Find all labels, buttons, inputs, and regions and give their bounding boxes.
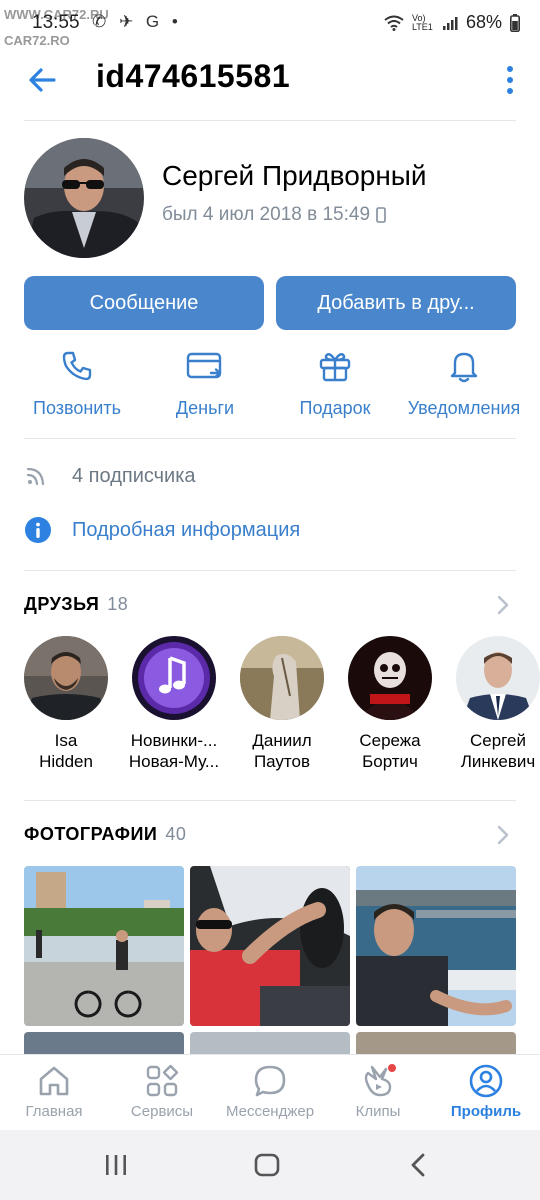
nav-clips[interactable]: Клипы (324, 1063, 432, 1120)
profile-icon (469, 1064, 503, 1098)
money-icon (186, 352, 222, 379)
nav-profile[interactable]: Профиль (432, 1063, 540, 1120)
header-divider (24, 120, 516, 121)
friend-avatar (456, 636, 540, 720)
nav-profile-label: Профиль (450, 1103, 522, 1120)
details-link: Подробная информация (72, 518, 301, 541)
page-title: id474615581 (96, 58, 291, 94)
nav-clips-label: Клипы (355, 1103, 401, 1120)
friend-avatar (348, 636, 432, 720)
mobile-device-icon (376, 207, 386, 223)
message-button[interactable]: Сообщение (24, 276, 264, 330)
status-time: 13:55 (32, 12, 80, 33)
friend-avatar (240, 636, 324, 720)
photo-thumbnail[interactable] (190, 866, 350, 1026)
nav-home[interactable]: Главная (0, 1063, 108, 1120)
nav-services-label: Сервисы (130, 1103, 194, 1120)
profile-avatar[interactable] (24, 138, 144, 258)
friends-count: 18 (107, 594, 129, 614)
notification-icons: ✆ ✈ G • (92, 12, 182, 31)
home-icon (39, 1066, 69, 1096)
nav-home-label: Главная (25, 1103, 83, 1120)
friend-item[interactable]: Сережа Бортич (335, 636, 445, 772)
quick-actions: Позвонить Деньги Подарок Уведомления (0, 348, 540, 428)
friend-item[interactable]: Сергей Линкевич (443, 636, 540, 772)
friend-item[interactable]: Isa Hidden (11, 636, 121, 772)
last-seen-text: был 4 июл 2018 в 15:49 (162, 204, 371, 225)
details-row[interactable]: Подробная информация (24, 516, 300, 544)
profile-name: Сергей Придворный (162, 160, 427, 191)
phone-icon (62, 351, 92, 381)
friend-avatar (24, 636, 108, 720)
services-icon (146, 1064, 179, 1097)
actions-divider (24, 438, 516, 439)
gift-action[interactable]: Подарок (285, 348, 385, 419)
photo-thumbnail[interactable] (24, 866, 184, 1026)
bottom-navigation: Главная Сервисы Мессенджер Клипы Профиль (0, 1054, 540, 1130)
money-label: Деньги (175, 398, 235, 418)
system-back-icon[interactable] (408, 1152, 428, 1178)
friend-name: Сергей Линкевич (460, 731, 536, 771)
friend-name: Isa Hidden (39, 731, 93, 771)
friends-list: Isa Hidden Новинки-... Новая-Му... Дании… (0, 636, 540, 776)
status-bar: WWW.CAR72.RU CAR72.RO 13:55 ✆ ✈ G • Vo) … (0, 0, 540, 50)
messenger-icon (254, 1065, 286, 1097)
recent-apps-icon[interactable] (104, 1154, 128, 1176)
battery-level: 68% (465, 12, 502, 32)
followers-row[interactable]: 4 подписчика (24, 464, 196, 488)
signal-icon (442, 16, 458, 30)
wifi-icon (384, 15, 404, 31)
friends-header[interactable]: ДРУЗЬЯ 18 (24, 594, 128, 615)
friends-title: ДРУЗЬЯ (24, 594, 100, 614)
friend-avatar (132, 636, 216, 720)
top-app-bar: id474615581 (0, 50, 540, 110)
nav-messenger[interactable]: Мессенджер (216, 1063, 324, 1120)
nav-services[interactable]: Сервисы (108, 1063, 216, 1120)
battery-icon (510, 13, 520, 32)
friend-name: Сережа Бортич (359, 731, 421, 771)
call-action[interactable]: Позвонить (27, 348, 127, 419)
bell-icon (450, 352, 478, 383)
nav-messenger-label: Мессенджер (225, 1103, 315, 1120)
gift-label: Подарок (299, 398, 371, 418)
money-action[interactable]: Деньги (155, 348, 255, 419)
friend-item[interactable]: Даниил Паутов (227, 636, 337, 772)
clips-icon (364, 1064, 396, 1097)
photos-count: 40 (165, 824, 187, 844)
rss-feed-icon (26, 467, 45, 486)
chevron-right-icon[interactable] (496, 594, 510, 616)
notifications-label: Уведомления (407, 398, 521, 418)
friend-item[interactable]: Новинки-... Новая-Му... (119, 636, 229, 772)
gift-icon (319, 353, 351, 382)
notifications-action[interactable]: Уведомления (399, 348, 529, 419)
status-indicators: Vo) LTE1 68% (384, 12, 520, 33)
back-arrow-icon[interactable] (24, 62, 60, 98)
more-options-icon[interactable] (504, 64, 516, 96)
network-label: Vo) LTE1 (411, 12, 433, 32)
add-friend-button[interactable]: Добавить в дру... (276, 276, 516, 330)
system-navigation-bar (0, 1130, 540, 1200)
friend-name: Новинки-... Новая-Му... (128, 731, 220, 771)
photos-header[interactable]: ФОТОГРАФИИ 40 (24, 824, 186, 845)
info-divider (24, 570, 516, 571)
friends-divider (24, 800, 516, 801)
friend-name: Даниил Паутов (252, 731, 312, 771)
last-seen-status: был 4 июл 2018 в 15:49 (162, 204, 386, 226)
call-label: Позвонить (33, 398, 121, 418)
chevron-right-icon[interactable] (496, 824, 510, 846)
photos-title: ФОТОГРАФИИ (24, 824, 158, 844)
info-icon (25, 517, 51, 543)
photo-thumbnail[interactable] (356, 866, 516, 1026)
home-button-icon[interactable] (254, 1153, 280, 1177)
followers-count: 4 подписчика (72, 464, 196, 487)
